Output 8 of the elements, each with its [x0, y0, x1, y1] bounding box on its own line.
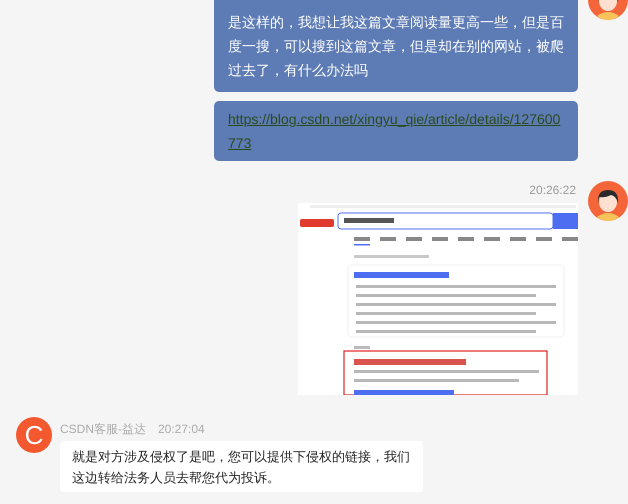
- article-link[interactable]: https://blog.csdn.net/xingyu_qie/article/details/127600773: [228, 107, 564, 155]
- sender-name: CSDN客服-益达: [60, 422, 146, 436]
- message-bubble: 是这样的，我想让我这篇文章阅读量更高一些，但是百度一搜，可以搜到这篇文章，但是却在别的网站，被爬过去了，有什么办法吗: [214, 0, 578, 92]
- avatar-icon: [588, 181, 628, 221]
- avatar-icon: C: [16, 417, 52, 453]
- message-bubble: 就是对方涉及侵权了是吧，您可以提供下侵权的链接，我们这边转给法务人员去帮您代为投诉。: [60, 441, 423, 492]
- message-time: 20:27:04: [158, 422, 205, 436]
- message-time: 20:26:22: [529, 182, 576, 198]
